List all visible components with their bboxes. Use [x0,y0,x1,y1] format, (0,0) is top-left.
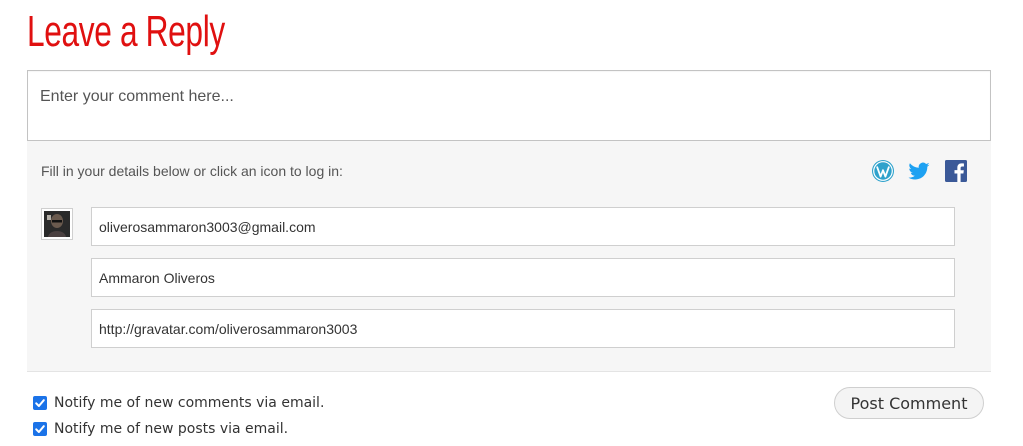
comment-box[interactable] [27,70,991,141]
notify-comments-option[interactable]: Notify me of new comments via email. [33,395,324,411]
checkmark-icon [35,425,45,433]
name-input[interactable] [92,259,954,296]
page-title: Leave a Reply [27,7,225,56]
notify-comments-label: Notify me of new comments via email. [54,395,325,411]
avatar [41,208,73,240]
notify-posts-option[interactable]: Notify me of new posts via email. [33,421,288,437]
website-field[interactable] [91,309,955,348]
checkmark-icon [35,399,45,407]
notify-posts-checkbox[interactable] [33,422,47,436]
twitter-icon[interactable] [907,159,931,183]
login-prompt: Fill in your details below or click an i… [41,163,343,179]
name-field[interactable] [91,258,955,297]
comment-input[interactable] [28,71,990,140]
facebook-icon[interactable] [944,159,968,183]
details-panel: Fill in your details below or click an i… [27,141,991,372]
notify-comments-checkbox[interactable] [33,396,47,410]
avatar-image [44,211,70,237]
email-field[interactable] [91,207,955,246]
notify-posts-label: Notify me of new posts via email. [54,421,289,437]
email-input[interactable] [92,208,954,245]
post-comment-button[interactable]: Post Comment [834,387,984,419]
website-input[interactable] [92,310,954,347]
wordpress-icon[interactable] [871,159,895,183]
